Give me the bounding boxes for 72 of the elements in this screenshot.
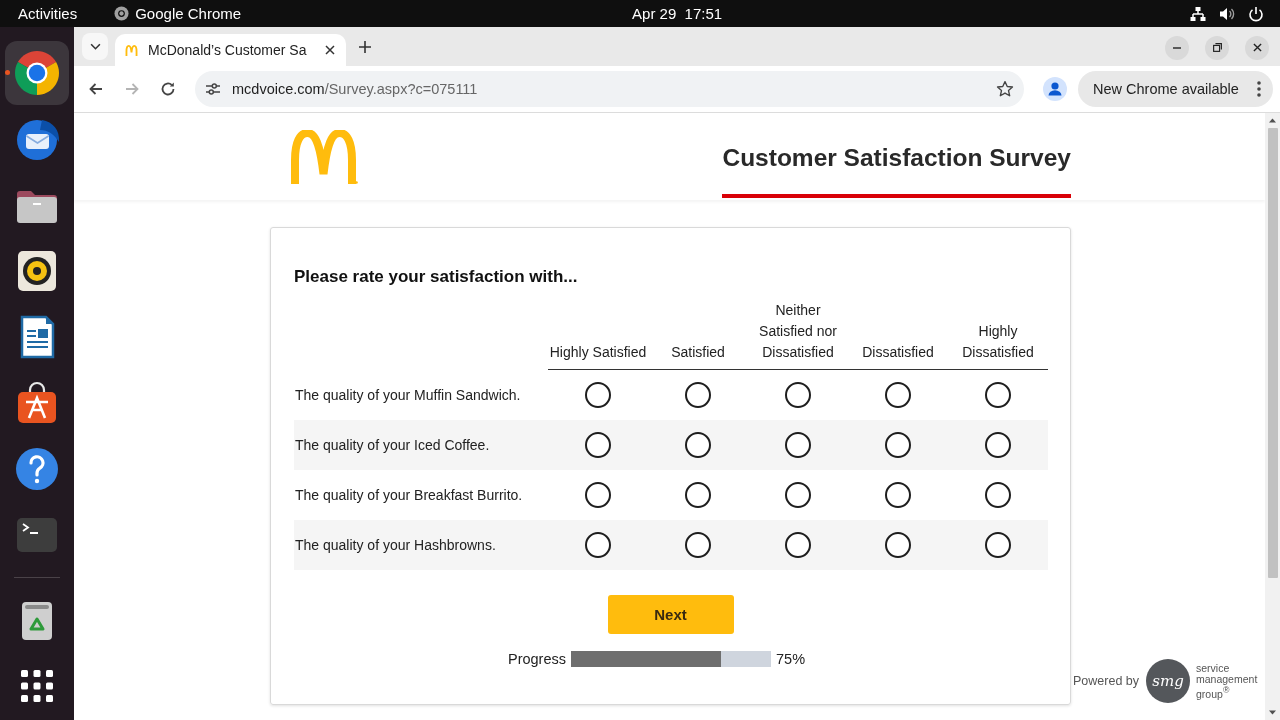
radio-button[interactable] [985,382,1011,408]
update-chrome-button[interactable]: New Chrome available [1078,71,1273,107]
help-icon [13,445,61,493]
page-title: Customer Satisfaction Survey [722,144,1071,172]
radio-button[interactable] [885,482,911,508]
radio-button[interactable] [685,382,711,408]
tricolor-ring-icon [13,49,61,97]
radio-button[interactable] [685,432,711,458]
tab-list-button[interactable] [82,33,108,60]
radio-button[interactable] [585,382,611,408]
radio-button[interactable] [785,382,811,408]
more-vert-icon [1257,81,1261,97]
url-text: mcdvoice.com/Survey.aspx?c=075111 [232,81,478,97]
minimize-icon [1173,46,1181,49]
arches-logo [290,130,358,184]
network-icon[interactable] [1190,5,1206,22]
column-header: Highly Dissatisfied [961,322,1035,362]
minimize-button[interactable] [1165,35,1189,60]
arches-icon [125,44,138,56]
browser-tab[interactable]: McDonald’s Customer Sa [115,34,346,66]
scrollbar-thumb[interactable] [1267,128,1278,578]
close-icon [1252,43,1262,52]
sliders-icon[interactable] [205,81,221,97]
running-dot-icon [5,70,10,75]
radio-button[interactable] [885,382,911,408]
row-label: The quality of your Breakfast Burrito. [295,487,523,503]
column-header: Highly Satisfied [549,343,647,362]
star-icon[interactable] [996,80,1014,98]
restore-icon [1212,43,1222,52]
column-header: Satisfied [671,343,725,362]
row-label: The quality of your Muffin Sandwich. [295,386,521,403]
reload-icon[interactable] [160,81,176,97]
profile-icon[interactable] [1043,77,1067,101]
volume-icon[interactable] [1219,5,1235,22]
clock-text[interactable]: Apr 29 17:51 [632,5,723,22]
next-button[interactable]: Next [607,595,734,634]
row-label: The quality of your Iced Coffee. [295,437,490,453]
circle-logo-icon [114,6,130,21]
radio-button[interactable] [985,532,1011,558]
radio-button[interactable] [785,482,811,508]
back-arrow-icon[interactable] [88,81,104,97]
radio-button[interactable] [685,482,711,508]
radio-button[interactable] [585,482,611,508]
close-icon[interactable] [325,45,335,55]
dock-item[interactable] [5,41,69,105]
chevron-down-icon [89,43,101,50]
row-label: The quality of your Hashbrowns. [295,537,496,553]
radio-button[interactable] [685,532,711,558]
power-icon[interactable] [1248,5,1264,22]
column-header: Neither Satisfied nor Dissatisfied [758,301,838,362]
company-name: service management group$^{®}$ [1196,662,1258,700]
powered-by-text: Powered by [1073,674,1139,688]
app-name-text[interactable]: Google Chrome [135,5,242,22]
close-button[interactable] [1245,35,1269,60]
column-header: Dissatisfied [862,343,934,362]
company-logo: smg [1146,659,1190,703]
progress-reading: 75% [776,651,807,667]
plus-icon[interactable] [359,41,371,53]
address-bar[interactable]: mcdvoice.com/Survey.aspx?c=075111 [195,71,1024,107]
activities-button[interactable]: Activities [18,5,78,22]
radio-button[interactable] [785,432,811,458]
radio-button[interactable] [585,532,611,558]
restore-button[interactable] [1205,35,1229,60]
radio-button[interactable] [885,432,911,458]
radio-button[interactable] [885,532,911,558]
radio-button[interactable] [785,532,811,558]
radio-button[interactable] [985,432,1011,458]
radio-button[interactable] [985,482,1011,508]
app-grid-icon[interactable] [21,670,53,702]
progress-label: Progress [508,651,566,667]
question-heading: Please rate your satisfaction with... [294,267,579,287]
radio-button[interactable] [585,432,611,458]
